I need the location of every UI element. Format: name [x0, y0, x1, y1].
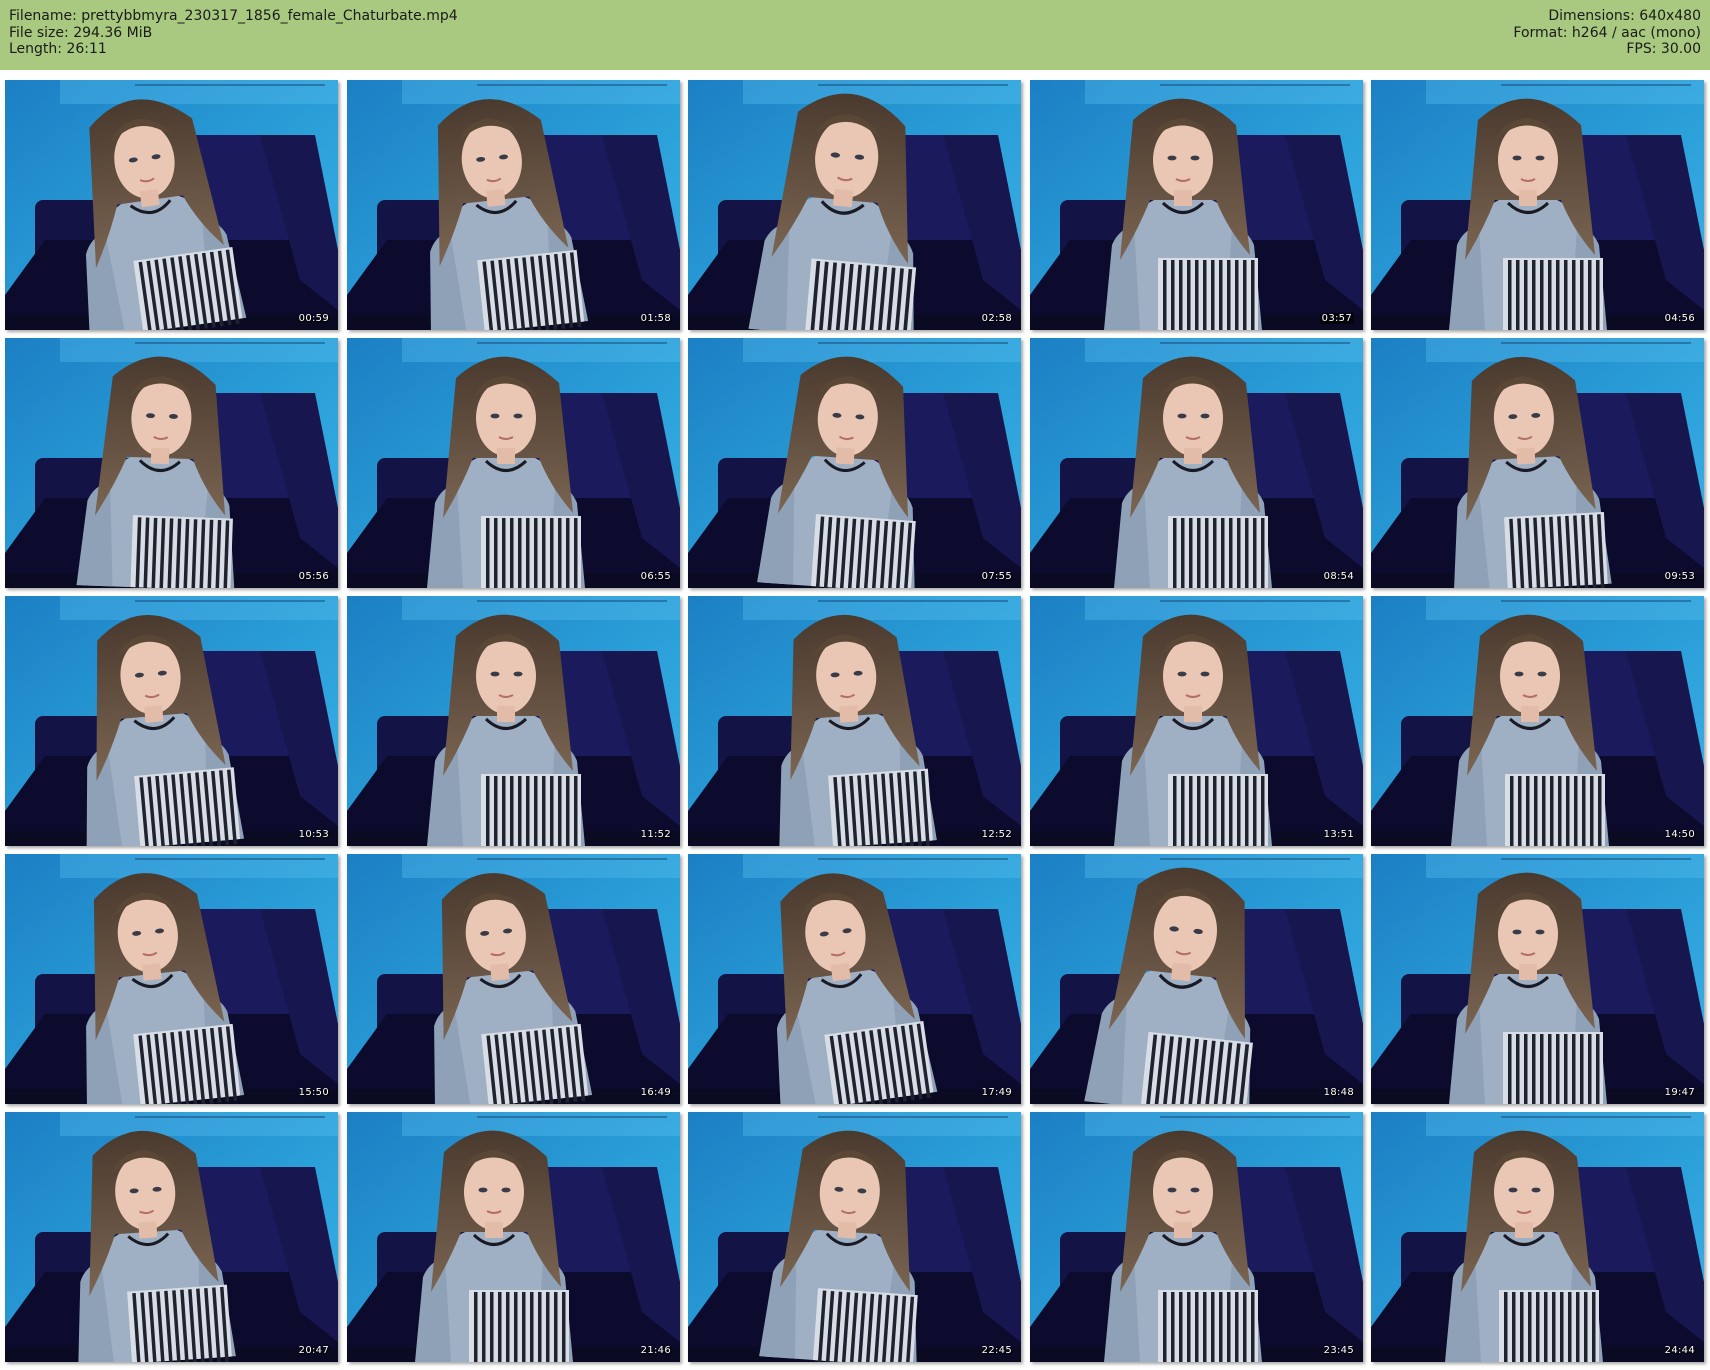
format-label: Format: h264 / aac (mono) — [1513, 24, 1701, 41]
thumbnail[interactable]: 12:52 — [688, 596, 1021, 846]
timestamp-label: 03:57 — [1319, 313, 1354, 324]
timestamp-label: 09:53 — [1664, 571, 1695, 582]
timestamp-label: 00:59 — [298, 313, 329, 324]
thumbnail[interactable]: 04:56 — [1371, 80, 1704, 330]
thumbnail[interactable]: 23:45 — [1030, 1112, 1363, 1362]
timestamp-label: 02:58 — [981, 313, 1012, 324]
thumbnail[interactable]: 20:47 — [5, 1112, 338, 1362]
filename-label: Filename: prettybbmyra_230317_1856_femal… — [9, 8, 458, 24]
timestamp-label: 18:48 — [1323, 1087, 1354, 1098]
info-header: Filename: prettybbmyra_230317_1856_femal… — [0, 0, 1710, 70]
timestamp-label: 19:47 — [1664, 1087, 1695, 1098]
thumbnail[interactable]: 24:44 — [1371, 1112, 1704, 1362]
thumbnail[interactable]: 11:52 — [347, 596, 680, 846]
timestamp-label: 11:52 — [640, 829, 671, 840]
timestamp-label: 07:55 — [981, 571, 1012, 582]
timestamp-label: 17:49 — [981, 1087, 1012, 1098]
thumbnail[interactable]: 03:57 — [1030, 80, 1363, 330]
timestamp-label: 13:51 — [1323, 829, 1354, 840]
thumbnail[interactable]: 22:45 — [688, 1112, 1021, 1362]
thumbnail[interactable]: 17:49 — [688, 854, 1021, 1104]
thumbnail[interactable]: 14:50 — [1371, 596, 1704, 846]
thumbnail[interactable]: 08:54 — [1030, 338, 1363, 588]
timestamp-label: 04:56 — [1664, 313, 1695, 324]
stream-info: Dimensions: 640x480 Format: h264 / aac (… — [1513, 8, 1701, 58]
timestamp-label: 08:54 — [1323, 571, 1354, 582]
thumbnail[interactable]: 15:50 — [5, 854, 338, 1104]
timestamp-label: 12:52 — [981, 829, 1012, 840]
thumbnail[interactable]: 00:59 — [5, 80, 338, 330]
timestamp-label: 06:55 — [640, 571, 671, 582]
timestamp-label: 01:58 — [640, 313, 671, 324]
timestamp-label: 24:44 — [1664, 1345, 1695, 1356]
thumbnail-grid: 00:59 01:58 02:58 03:57 04:56 05:56 06:5… — [0, 70, 1710, 1370]
timestamp-label: 20:47 — [298, 1345, 329, 1356]
timestamp-label: 16:49 — [640, 1087, 671, 1098]
file-info: Filename: prettybbmyra_230317_1856_femal… — [9, 8, 458, 58]
timestamp-label: 21:46 — [640, 1345, 671, 1356]
timestamp-label: 15:50 — [298, 1087, 329, 1098]
dimensions-label: Dimensions: 640x480 — [1548, 8, 1701, 24]
timestamp-label: 22:45 — [981, 1345, 1012, 1356]
thumbnail[interactable]: 02:58 — [688, 80, 1021, 330]
thumbnail[interactable]: 13:51 — [1030, 596, 1363, 846]
thumbnail[interactable]: 21:46 — [347, 1112, 680, 1362]
thumbnail[interactable]: 01:58 — [347, 80, 680, 330]
thumbnail[interactable]: 09:53 — [1371, 338, 1704, 588]
thumbnail[interactable]: 10:53 — [5, 596, 338, 846]
thumbnail[interactable]: 06:55 — [347, 338, 680, 588]
thumbnail[interactable]: 19:47 — [1371, 854, 1704, 1104]
fps-label: FPS: 30.00 — [1626, 41, 1701, 57]
thumbnail[interactable]: 18:48 — [1030, 854, 1363, 1104]
timestamp-label: 05:56 — [298, 571, 329, 582]
thumbnail[interactable]: 16:49 — [347, 854, 680, 1104]
timestamp-label: 10:53 — [298, 829, 329, 840]
thumbnail[interactable]: 07:55 — [688, 338, 1021, 588]
timestamp-label: 14:50 — [1664, 829, 1695, 840]
thumbnail[interactable]: 05:56 — [5, 338, 338, 588]
timestamp-label: 23:45 — [1323, 1345, 1354, 1356]
length-label: Length: 26:11 — [9, 41, 107, 57]
filesize-label: File size: 294.36 MiB — [9, 24, 153, 41]
